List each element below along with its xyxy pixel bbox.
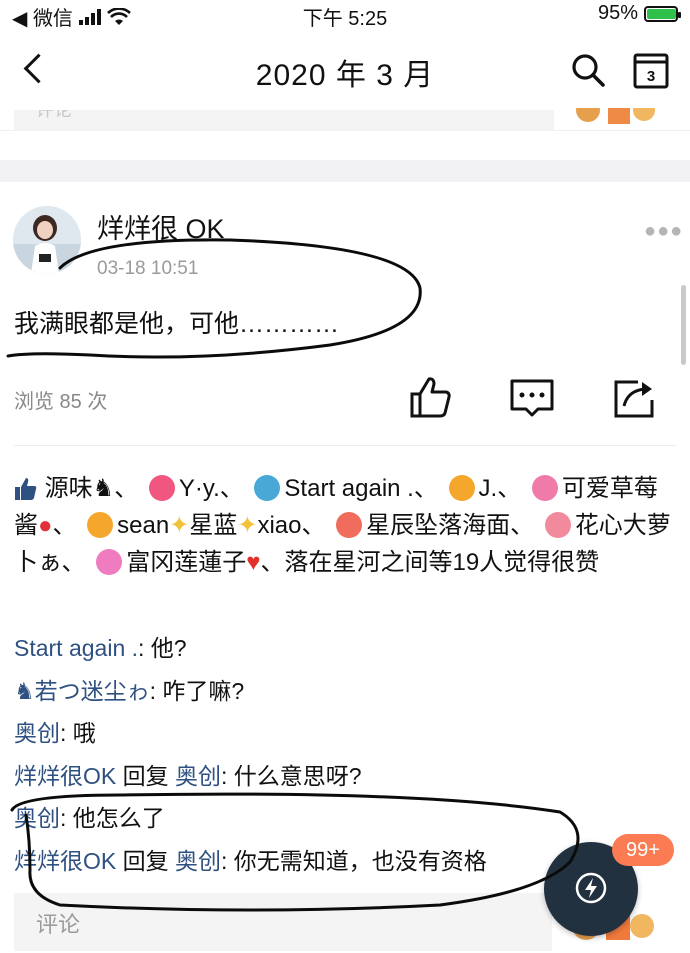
likes-count-a: 等1 (428, 549, 466, 576)
520-badge-icon (531, 475, 558, 501)
comment-row[interactable]: 烊烊很OK 回复 奥创: 什么意思呀? (14, 755, 674, 798)
commenter-name[interactable]: 烊烊很OK (14, 848, 116, 874)
search-icon[interactable] (570, 52, 606, 88)
like-user[interactable]: Start again . (284, 475, 413, 502)
strawberry-icon: ● (38, 512, 53, 539)
reply-target[interactable]: 奥创 (175, 848, 221, 874)
firework-badge-icon (96, 549, 123, 575)
status-right: 95% (597, 2, 681, 25)
like-user[interactable]: 落在星河之间 (284, 549, 428, 576)
like-user[interactable]: xiao (257, 512, 301, 539)
bolt-icon (575, 872, 607, 904)
comment-text: : 他怎么了 (60, 805, 165, 831)
status-bar: ◀ 微信 下午 5:25 95% (0, 0, 690, 30)
avatar[interactable] (13, 206, 81, 274)
comment-input[interactable]: 评论 (14, 893, 552, 951)
battery-percent: 95% (597, 2, 638, 24)
sparkle-icon: ✦ (169, 512, 190, 539)
avatar-image (13, 206, 81, 274)
svg-text:3: 3 (647, 68, 655, 85)
share-icon[interactable] (612, 376, 656, 420)
comment-text: : 咋了嘛? (149, 677, 245, 704)
like-icon[interactable] (408, 375, 452, 419)
battery-icon (644, 5, 681, 22)
divider (0, 130, 690, 131)
post-time: 03-18 10:51 (97, 258, 199, 279)
calendar-icon[interactable]: 3 (632, 50, 670, 90)
likes-list: 源味♞、 Y·y.、 Start again .、 J.、 可爱草莓酱●、 se… (14, 475, 671, 576)
commenter-name[interactable]: 若つ迷尘ゎ (35, 678, 150, 704)
notification-badge[interactable]: 99+ (612, 834, 674, 866)
reply-target[interactable]: 奥创 (175, 763, 221, 789)
like-user[interactable]: J. (479, 475, 498, 502)
red-heart-icon: ♥ (246, 549, 261, 576)
commenter-name[interactable]: 奥创 (14, 720, 60, 746)
comment-icon[interactable] (510, 377, 554, 421)
likes-count-b: 9人觉得很赞 (465, 549, 600, 576)
thumbs-up-icon (15, 478, 37, 500)
comment-text: : 哦 (60, 720, 96, 746)
nav-bar: 2020 年 3 月 3 (0, 30, 690, 110)
comment-text: : 什么意思呀? (221, 762, 362, 789)
comment-placeholder: 评论 (36, 912, 81, 937)
sun-badge-icon (336, 512, 363, 538)
comment-row[interactable]: Start again .: 他? (14, 627, 674, 670)
commenter-name[interactable]: 奥创 (14, 805, 60, 831)
reply-label: 回复 (116, 847, 176, 874)
scrollbar[interactable] (681, 285, 686, 365)
heart-badge-icon (254, 475, 281, 501)
divider (14, 445, 676, 446)
status-time: 下午 5:25 (302, 8, 388, 30)
comment-row[interactable]: 奥创: 他怎么了 (14, 797, 674, 840)
star-badge-icon (148, 475, 175, 501)
commenter-name[interactable]: 烊烊很OK (14, 763, 116, 789)
post-content: 我满眼都是他，可他………… (14, 310, 340, 338)
decoration-icon (576, 108, 655, 124)
sparkle-icon: ✦ (237, 512, 258, 539)
prev-comment-placeholder: 评论 (36, 110, 72, 120)
lips-badge-icon (544, 512, 571, 538)
flower-badge-icon (87, 512, 114, 538)
comment-row[interactable]: 奥创: 哦 (14, 712, 674, 755)
like-user[interactable]: Y·y. (179, 475, 220, 502)
like-user[interactable]: 星辰坠落海面 (366, 512, 510, 539)
knight-icon: ♞ (14, 677, 35, 704)
comment-text: : 他? (138, 635, 187, 661)
like-user[interactable]: 富冈莲蓮子 (126, 549, 246, 576)
view-count: 浏览 85 次 (14, 391, 108, 413)
commenter-name[interactable]: Start again . (14, 635, 138, 661)
like-user[interactable]: 星蓝 (189, 512, 237, 539)
more-icon[interactable]: ●●● (644, 220, 683, 243)
post-author[interactable]: 烊烊很 OK (97, 207, 225, 246)
flower-badge-icon (448, 475, 475, 501)
section-gap (0, 160, 690, 182)
like-user[interactable]: 源味 (45, 475, 93, 502)
prev-comment-input[interactable]: 评论 (14, 110, 554, 130)
reply-label: 回复 (116, 762, 176, 789)
knight-icon: ♞ (92, 475, 115, 502)
comment-text: : 你无需知道，也没有资格 (221, 847, 487, 874)
like-user[interactable]: sean (117, 512, 169, 539)
comment-row[interactable]: ♞若つ迷尘ゎ: 咋了嘛? (14, 670, 674, 713)
